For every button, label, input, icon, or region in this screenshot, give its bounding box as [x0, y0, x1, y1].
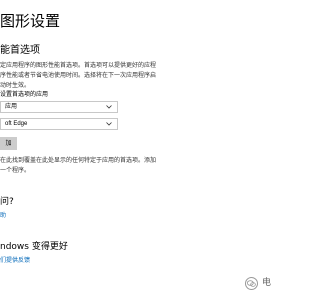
feedback-link[interactable]: 们提供反馈: [0, 256, 30, 266]
improve-windows-heading: ndows 变得更好: [0, 242, 68, 252]
wechat-icon: [245, 277, 258, 290]
section-title: 能首选项: [0, 45, 40, 56]
app-dropdown[interactable]: oft Edge: [0, 118, 118, 130]
app-select-label: 设置首选项的应用: [0, 91, 49, 98]
chevron-down-icon: [106, 105, 112, 109]
page-title: 图形设置: [0, 12, 61, 30]
prefs-description: 定应用程序的图形性能首选项。首选项可以提供更好的应程序性能或者节省电池使用时间。…: [0, 62, 157, 89]
chevron-down-icon: [106, 122, 112, 126]
add-button[interactable]: 加: [0, 137, 17, 150]
get-help-link[interactable]: 助: [0, 211, 6, 221]
help-text: 在此找到覆盖在此处显示的任何特定于应用的首选项。添加一个程序。: [0, 157, 157, 174]
app-type-dropdown-value: 应用: [5, 104, 18, 110]
watermark-text: 电: [262, 278, 272, 288]
app-dropdown-value: oft Edge: [5, 121, 28, 127]
app-type-dropdown[interactable]: 应用: [0, 101, 118, 113]
help-question-heading: 问?: [0, 197, 14, 207]
